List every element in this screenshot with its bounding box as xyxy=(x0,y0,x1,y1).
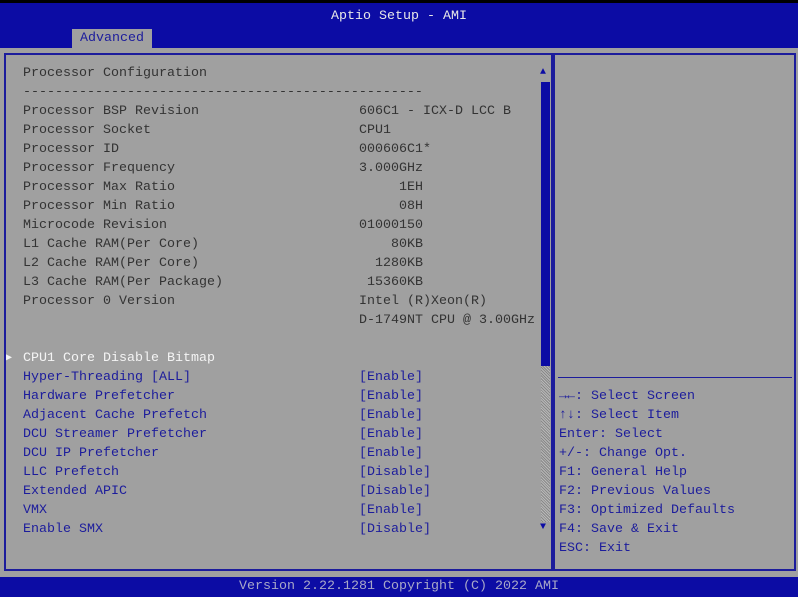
submenu-arrow-icon: ▶ xyxy=(6,353,13,364)
info-value: D-1749NT CPU @ 3.00GHz xyxy=(359,313,535,328)
help-line: F4: Save & Exit xyxy=(559,522,679,537)
help-line: ESC: Exit xyxy=(559,541,631,556)
footer-version: Version 2.22.1281 Copyright (C) 2022 AMI xyxy=(0,577,798,597)
info-label: Microcode Revision xyxy=(23,218,167,233)
option-value[interactable]: [Enable] xyxy=(359,444,423,463)
help-line: Enter: Select xyxy=(559,427,663,442)
tab-advanced[interactable]: Advanced xyxy=(72,29,152,51)
info-label: Processor Max Ratio xyxy=(23,180,175,195)
option-value[interactable]: [Enable] xyxy=(359,406,423,425)
help-line: F1: General Help xyxy=(559,465,687,480)
help-line: F3: Optimized Defaults xyxy=(559,503,735,518)
info-label: Processor ID xyxy=(23,142,119,157)
info-value: Intel (R)Xeon(R) xyxy=(359,294,487,309)
option-label[interactable]: LLC Prefetch xyxy=(23,463,119,482)
info-value: 1280KB xyxy=(359,256,423,271)
help-line: +/-: Change Opt. xyxy=(559,446,687,461)
info-label: L1 Cache RAM(Per Core) xyxy=(23,237,199,252)
info-label: L3 Cache RAM(Per Package) xyxy=(23,275,223,290)
submenu-cpu1-core-disable-bitmap[interactable]: CPU1 Core Disable Bitmap xyxy=(23,349,215,368)
info-label: L2 Cache RAM(Per Core) xyxy=(23,256,199,271)
window-title: Aptio Setup - AMI xyxy=(331,9,467,24)
option-label[interactable]: DCU Streamer Prefetcher xyxy=(23,425,207,444)
help-line: F2: Previous Values xyxy=(559,484,711,499)
option-value[interactable]: [Enable] xyxy=(359,501,423,520)
info-value: CPU1 xyxy=(359,123,391,138)
option-value[interactable]: [Disable] xyxy=(359,520,431,539)
option-label[interactable]: Adjacent Cache Prefetch xyxy=(23,406,207,425)
scroll-up-icon[interactable]: ▲ xyxy=(540,67,546,78)
option-value[interactable]: [Disable] xyxy=(359,482,431,501)
help-line: ↑↓: Select Item xyxy=(559,408,679,423)
info-value: 01000150 xyxy=(359,218,423,233)
separator: ----------------------------------------… xyxy=(23,85,423,100)
info-label: Processor Min Ratio xyxy=(23,199,175,214)
scroll-down-icon[interactable]: ▼ xyxy=(540,522,546,533)
help-line: →←: Select Screen xyxy=(559,389,695,404)
info-value: 606C1 - ICX-D LCC B xyxy=(359,104,511,119)
info-value: 15360KB xyxy=(359,275,423,290)
info-value: 80KB xyxy=(359,237,423,252)
option-label[interactable]: DCU IP Prefetcher xyxy=(23,444,159,463)
info-label: Processor Socket xyxy=(23,123,151,138)
info-label: Processor 0 Version xyxy=(23,294,175,309)
panel-divider xyxy=(551,53,555,571)
option-value[interactable]: [Enable] xyxy=(359,368,423,387)
section-title: Processor Configuration xyxy=(23,66,207,81)
scrollbar-thumb[interactable] xyxy=(541,82,550,366)
option-value[interactable]: [Enable] xyxy=(359,425,423,444)
option-label[interactable]: Extended APIC xyxy=(23,482,127,501)
option-value[interactable]: [Enable] xyxy=(359,387,423,406)
option-label[interactable]: Hyper-Threading [ALL] xyxy=(23,368,191,387)
option-label[interactable]: Hardware Prefetcher xyxy=(23,387,175,406)
info-label: Processor BSP Revision xyxy=(23,104,199,119)
info-label: Processor Frequency xyxy=(23,161,175,176)
help-divider xyxy=(558,377,792,378)
option-label[interactable]: VMX xyxy=(23,501,47,520)
info-value: 1EH xyxy=(359,180,423,195)
option-value[interactable]: [Disable] xyxy=(359,463,431,482)
info-value: 3.000GHz xyxy=(359,161,423,176)
header-bar: Aptio Setup - AMI Advanced xyxy=(0,0,798,51)
info-value: 08H xyxy=(359,199,423,214)
info-value: 000606C1* xyxy=(359,142,431,157)
option-label[interactable]: Enable SMX xyxy=(23,520,103,539)
